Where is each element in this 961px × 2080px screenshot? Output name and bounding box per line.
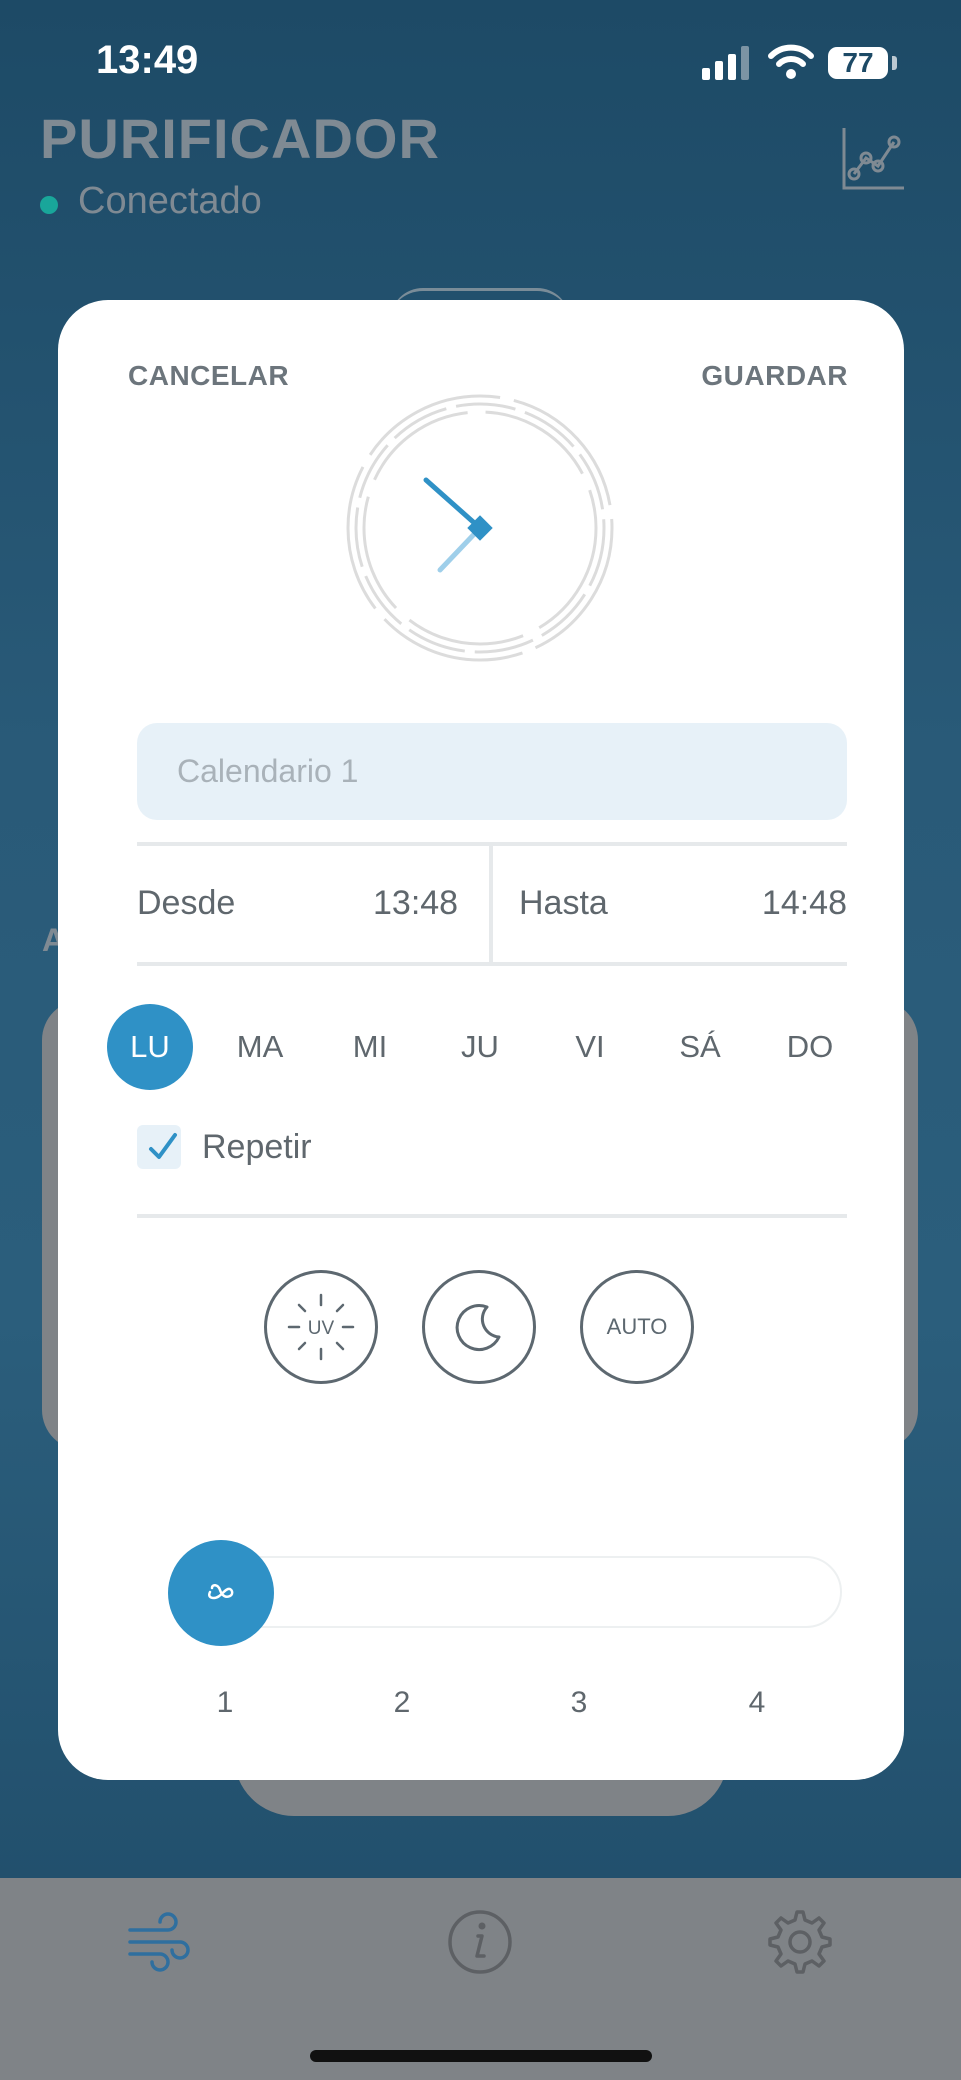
to-label[interactable]: Hasta: [519, 884, 608, 923]
speed-tick-2: 2: [393, 1686, 411, 1719]
wifi-icon: [768, 44, 814, 79]
to-time-value[interactable]: 14:48: [762, 884, 847, 923]
schedule-name-input[interactable]: [137, 723, 847, 820]
day-button-mi[interactable]: MI: [327, 1004, 413, 1090]
checkmark-icon: [149, 1133, 177, 1159]
app-title: PURIFICADOR: [40, 107, 440, 170]
battery-indicator: 77: [828, 47, 888, 79]
day-button-vi[interactable]: VI: [547, 1004, 633, 1090]
clock-icon: [346, 394, 614, 662]
status-bar: 13:49 77: [0, 0, 961, 110]
home-indicator: [310, 2050, 652, 2062]
cancel-button[interactable]: CANCELAR: [128, 360, 289, 392]
connection-status-dot: [40, 196, 58, 214]
speed-tick-4: 4: [748, 1686, 766, 1719]
divider: [137, 1214, 847, 1218]
connection-status-text: Conectado: [78, 180, 262, 222]
auto-mode-button[interactable]: AUTO: [580, 1270, 694, 1384]
from-label[interactable]: Desde: [137, 884, 235, 923]
battery-tip: [892, 56, 897, 70]
save-button[interactable]: GUARDAR: [701, 360, 848, 392]
uv-sun-icon: UV: [287, 1293, 355, 1361]
fan-speed-track[interactable]: [222, 1556, 842, 1628]
range-divider: [489, 846, 493, 962]
repeat-checkbox[interactable]: [137, 1125, 181, 1169]
fan-speed-knob[interactable]: [168, 1540, 274, 1646]
day-button-ma[interactable]: MA: [217, 1004, 303, 1090]
uv-label: UV: [308, 1318, 335, 1339]
weekday-selector: LU MA MI JU VI SÁ DO: [107, 1004, 887, 1090]
fan-knob-icon: [207, 1584, 234, 1600]
time-range-row: Desde 13:48 Hasta 14:48: [137, 842, 847, 966]
info-icon[interactable]: [444, 1906, 516, 1978]
day-button-lu[interactable]: LU: [107, 1004, 193, 1090]
cellular-signal-icon: [702, 46, 749, 80]
schedule-modal: CANCELAR GUARDAR Desde 13:48 Hasta 14:48…: [58, 300, 904, 1780]
speed-tick-1: 1: [216, 1686, 234, 1719]
status-time: 13:49: [96, 38, 199, 82]
fan-icon[interactable]: [124, 1906, 196, 1978]
repeat-label: Repetir: [202, 1128, 312, 1166]
day-button-sa[interactable]: SÁ: [657, 1004, 743, 1090]
speed-tick-3: 3: [570, 1686, 588, 1719]
settings-icon[interactable]: [764, 1906, 836, 1978]
uv-mode-button[interactable]: UV: [264, 1270, 378, 1384]
night-mode-button[interactable]: [422, 1270, 536, 1384]
day-button-ju[interactable]: JU: [437, 1004, 523, 1090]
moon-icon: [455, 1304, 501, 1351]
day-button-do[interactable]: DO: [767, 1004, 853, 1090]
chart-icon[interactable]: [840, 126, 906, 192]
from-time-value[interactable]: 13:48: [373, 884, 458, 923]
